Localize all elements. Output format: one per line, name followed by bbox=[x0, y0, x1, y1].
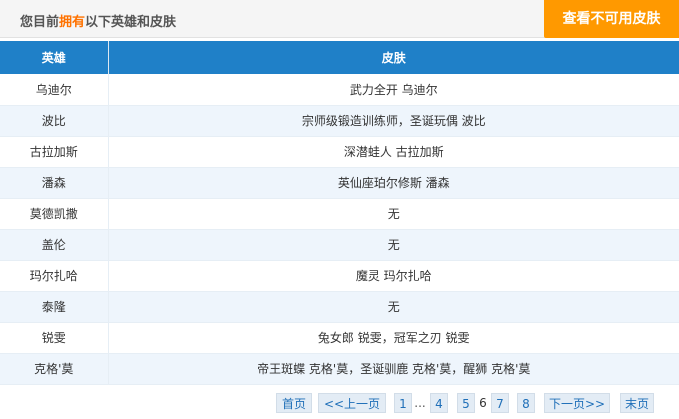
title-suffix: 以下英雄和皮肤 bbox=[85, 15, 177, 30]
hero-cell: 波比 bbox=[0, 105, 109, 137]
table-row: 锐雯 兔女郎 锐雯，冠军之刃 锐雯 bbox=[0, 322, 679, 354]
hero-cell: 克格'莫 bbox=[0, 353, 109, 385]
page-title: 您目前拥有以下英雄和皮肤 bbox=[20, 11, 176, 30]
hero-cell: 锐雯 bbox=[0, 322, 109, 354]
skin-cell: 无 bbox=[108, 291, 679, 323]
hero-cell: 盖伦 bbox=[0, 229, 109, 261]
hero-cell: 潘森 bbox=[0, 167, 109, 199]
pagination-ellipsis: ... bbox=[414, 396, 426, 410]
hero-cell: 泰隆 bbox=[0, 291, 109, 323]
title-highlight: 拥有 bbox=[59, 15, 86, 30]
hero-cell: 古拉加斯 bbox=[0, 136, 109, 168]
table-row: 盖伦 无 bbox=[0, 229, 679, 261]
page-link-5[interactable]: 5 bbox=[457, 393, 475, 413]
column-header-hero: 英雄 bbox=[0, 41, 109, 74]
skin-cell: 帝王斑蝶 克格'莫，圣诞驯鹿 克格'莫，醒狮 克格'莫 bbox=[108, 353, 679, 385]
skin-cell: 兔女郎 锐雯，冠军之刃 锐雯 bbox=[108, 322, 679, 354]
title-prefix: 您目前 bbox=[20, 15, 60, 30]
skin-cell: 宗师级锻造训练师，圣诞玩偶 波比 bbox=[108, 105, 679, 137]
table-row: 莫德凯撒 无 bbox=[0, 198, 679, 230]
table-row: 乌迪尔 武力全开 乌迪尔 bbox=[0, 74, 679, 106]
column-header-skin: 皮肤 bbox=[108, 41, 679, 74]
hero-cell: 莫德凯撒 bbox=[0, 198, 109, 230]
table-row: 克格'莫 帝王斑蝶 克格'莫，圣诞驯鹿 克格'莫，醒狮 克格'莫 bbox=[0, 353, 679, 385]
current-page: 6 bbox=[479, 396, 487, 410]
hero-cell: 乌迪尔 bbox=[0, 74, 109, 106]
first-page-link[interactable]: 首页 bbox=[276, 393, 312, 413]
hero-cell: 玛尔扎哈 bbox=[0, 260, 109, 292]
page-link-4[interactable]: 4 bbox=[430, 393, 448, 413]
page-link-8[interactable]: 8 bbox=[517, 393, 535, 413]
top-bar: 您目前拥有以下英雄和皮肤 查看不可用皮肤 bbox=[0, 0, 679, 38]
skin-cell: 武力全开 乌迪尔 bbox=[108, 74, 679, 106]
page-link-1[interactable]: 1 bbox=[394, 393, 412, 413]
table-row: 泰隆 无 bbox=[0, 291, 679, 323]
table-row: 古拉加斯 深潜蛙人 古拉加斯 bbox=[0, 136, 679, 168]
table-row: 玛尔扎哈 魔灵 玛尔扎哈 bbox=[0, 260, 679, 292]
table-header-row: 英雄 皮肤 bbox=[0, 41, 679, 74]
prev-page-link[interactable]: <<上一页 bbox=[318, 393, 386, 413]
pagination: 首页 <<上一页 1 ... 4 5 6 7 8 下一页>> 末页 bbox=[0, 393, 679, 413]
next-page-link[interactable]: 下一页>> bbox=[544, 393, 610, 413]
view-unavailable-skins-button[interactable]: 查看不可用皮肤 bbox=[544, 0, 679, 38]
last-page-link[interactable]: 末页 bbox=[620, 393, 654, 413]
page-link-7[interactable]: 7 bbox=[491, 393, 509, 413]
hero-skin-table: 英雄 皮肤 乌迪尔 武力全开 乌迪尔 波比 宗师级锻造训练师，圣诞玩偶 波比 古… bbox=[0, 41, 679, 385]
skin-cell: 英仙座珀尔修斯 潘森 bbox=[108, 167, 679, 199]
skin-cell: 无 bbox=[108, 229, 679, 261]
table-row: 波比 宗师级锻造训练师，圣诞玩偶 波比 bbox=[0, 105, 679, 137]
skin-cell: 魔灵 玛尔扎哈 bbox=[108, 260, 679, 292]
skin-cell: 无 bbox=[108, 198, 679, 230]
skin-cell: 深潜蛙人 古拉加斯 bbox=[108, 136, 679, 168]
table-row: 潘森 英仙座珀尔修斯 潘森 bbox=[0, 167, 679, 199]
